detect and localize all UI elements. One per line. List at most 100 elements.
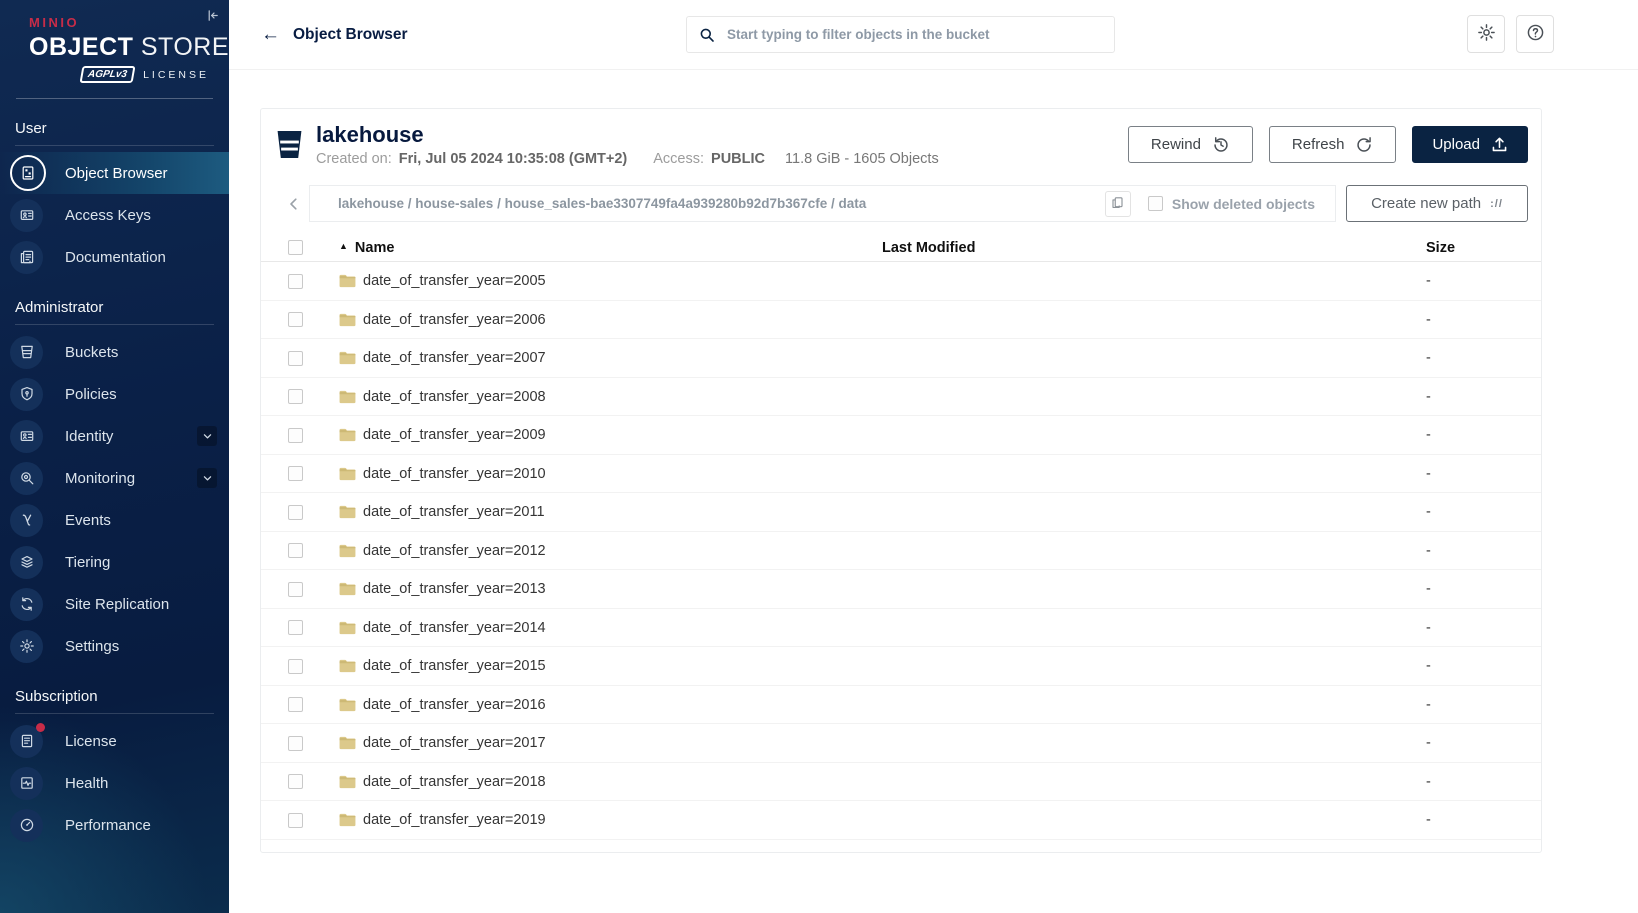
row-checkbox[interactable] [288,659,303,674]
object-name[interactable]: date_of_transfer_year=2005 [363,273,546,289]
chevron-down-icon[interactable] [197,468,217,488]
refresh-button[interactable]: Refresh [1269,126,1397,163]
object-size: - [1407,812,1541,828]
row-checkbox[interactable] [288,389,303,404]
create-new-path-button[interactable]: Create new path :// [1346,185,1528,222]
object-size: - [1407,620,1541,636]
object-name[interactable]: date_of_transfer_year=2006 [363,312,546,328]
site-replication-icon [10,588,43,621]
bucket-actions: Rewind Refresh Upload [1128,126,1528,163]
collapse-sidebar-icon[interactable] [203,6,222,28]
object-name[interactable]: date_of_transfer_year=2013 [363,581,546,597]
objects-table: ▲ Name Last Modified Size date_of_transf… [261,234,1541,840]
breadcrumb-bar: lakehouse / house-sales / house_sales-ba… [309,185,1336,222]
breadcrumb[interactable]: lakehouse / house-sales / house_sales-ba… [338,196,1105,211]
settings-button[interactable] [1467,15,1505,53]
object-name[interactable]: date_of_transfer_year=2007 [363,350,546,366]
table-row: date_of_transfer_year=2006 - [261,301,1541,340]
show-deleted-label: Show deleted objects [1172,196,1315,212]
sidebar-item-label: Identity [65,428,113,445]
sidebar-item-monitoring[interactable]: Monitoring [0,457,229,499]
select-all-checkbox[interactable] [288,240,303,255]
object-size: - [1407,312,1541,328]
created-label: Created on: [316,151,392,167]
show-deleted-checkbox[interactable] [1148,196,1163,211]
object-size: - [1407,427,1541,443]
row-checkbox[interactable] [288,813,303,828]
row-checkbox[interactable] [288,505,303,520]
buckets-icon [10,336,43,369]
copy-icon [1110,195,1125,213]
row-checkbox[interactable] [288,582,303,597]
sidebar-item-object-browser[interactable]: Object Browser [0,152,229,194]
object-name[interactable]: date_of_transfer_year=2012 [363,543,546,559]
row-checkbox[interactable] [288,274,303,289]
sidebar-item-site-replication[interactable]: Site Replication [0,583,229,625]
column-size[interactable]: Size [1407,240,1541,256]
sidebar-item-access-keys[interactable]: Access Keys [0,194,229,236]
row-checkbox[interactable] [288,543,303,558]
table-row: date_of_transfer_year=2017- [261,724,1541,763]
sidebar-item-policies[interactable]: Policies [0,373,229,415]
sidebar-item-license[interactable]: License [0,720,229,762]
license-label: LICENSE [143,69,209,81]
back-button[interactable]: ← [261,25,280,44]
upload-button[interactable]: Upload [1412,126,1528,163]
column-name[interactable]: Name [355,240,395,256]
object-size: - [1407,389,1541,405]
sidebar-item-tiering[interactable]: Tiering [0,541,229,583]
top-header: ← Object Browser [229,0,1638,70]
row-checkbox[interactable] [288,620,303,635]
license-row: AGPLv3 LICENSE [29,66,211,83]
object-name[interactable]: date_of_transfer_year=2016 [363,697,546,713]
row-checkbox[interactable] [288,736,303,751]
object-name[interactable]: date_of_transfer_year=2018 [363,774,546,790]
object-name[interactable]: date_of_transfer_year=2009 [363,427,546,443]
folder-icon [339,813,356,827]
sidebar-item-settings[interactable]: Settings [0,625,229,667]
row-checkbox[interactable] [288,312,303,327]
chevron-down-icon[interactable] [197,426,217,446]
object-size: - [1407,466,1541,482]
sidebar-nav: UserObject BrowserAccess KeysDocumentati… [0,99,229,846]
sidebar-item-health[interactable]: Health [0,762,229,804]
sidebar-item-identity[interactable]: Identity [0,415,229,457]
sidebar-item-performance[interactable]: Performance [0,804,229,846]
help-button[interactable] [1516,15,1554,53]
chevron-left-icon[interactable] [286,196,309,212]
column-last-modified[interactable]: Last Modified [867,240,1407,256]
folder-icon [339,467,356,481]
copy-path-button[interactable] [1105,191,1131,217]
object-name[interactable]: date_of_transfer_year=2015 [363,658,546,674]
sort-asc-icon[interactable]: ▲ [339,241,348,251]
access-keys-icon [10,199,43,232]
row-checkbox[interactable] [288,351,303,366]
object-name[interactable]: date_of_transfer_year=2011 [363,504,545,520]
folder-icon [339,698,356,712]
sidebar-section: SubscriptionLicenseHealthPerformance [0,667,229,846]
row-checkbox[interactable] [288,428,303,443]
sidebar-item-events[interactable]: Events [0,499,229,541]
sidebar-item-buckets[interactable]: Buckets [0,331,229,373]
object-name[interactable]: date_of_transfer_year=2008 [363,389,546,405]
search-input[interactable] [725,26,1102,43]
object-name[interactable]: date_of_transfer_year=2017 [363,735,546,751]
table-row: date_of_transfer_year=2011- [261,493,1541,532]
rewind-button[interactable]: Rewind [1128,126,1253,163]
object-name[interactable]: date_of_transfer_year=2019 [363,812,546,828]
row-checkbox[interactable] [288,774,303,789]
table-row: date_of_transfer_year=2008 - [261,378,1541,417]
sidebar-item-documentation[interactable]: Documentation [0,236,229,278]
table-row: date_of_transfer_year=2018- [261,763,1541,802]
row-checkbox[interactable] [288,697,303,712]
object-size: - [1407,273,1541,289]
main-area: ← Object Browser lakehouse Created on: F… [229,0,1638,913]
table-row: date_of_transfer_year=2015- [261,647,1541,686]
folder-icon [339,775,356,789]
folder-icon [339,313,356,327]
row-checkbox[interactable] [288,466,303,481]
app-logo: MINIO OBJECT STORE AGPLv3 LICENSE [0,0,229,83]
object-name[interactable]: date_of_transfer_year=2014 [363,620,546,636]
rewind-icon [1212,136,1230,154]
object-name[interactable]: date_of_transfer_year=2010 [363,466,546,482]
